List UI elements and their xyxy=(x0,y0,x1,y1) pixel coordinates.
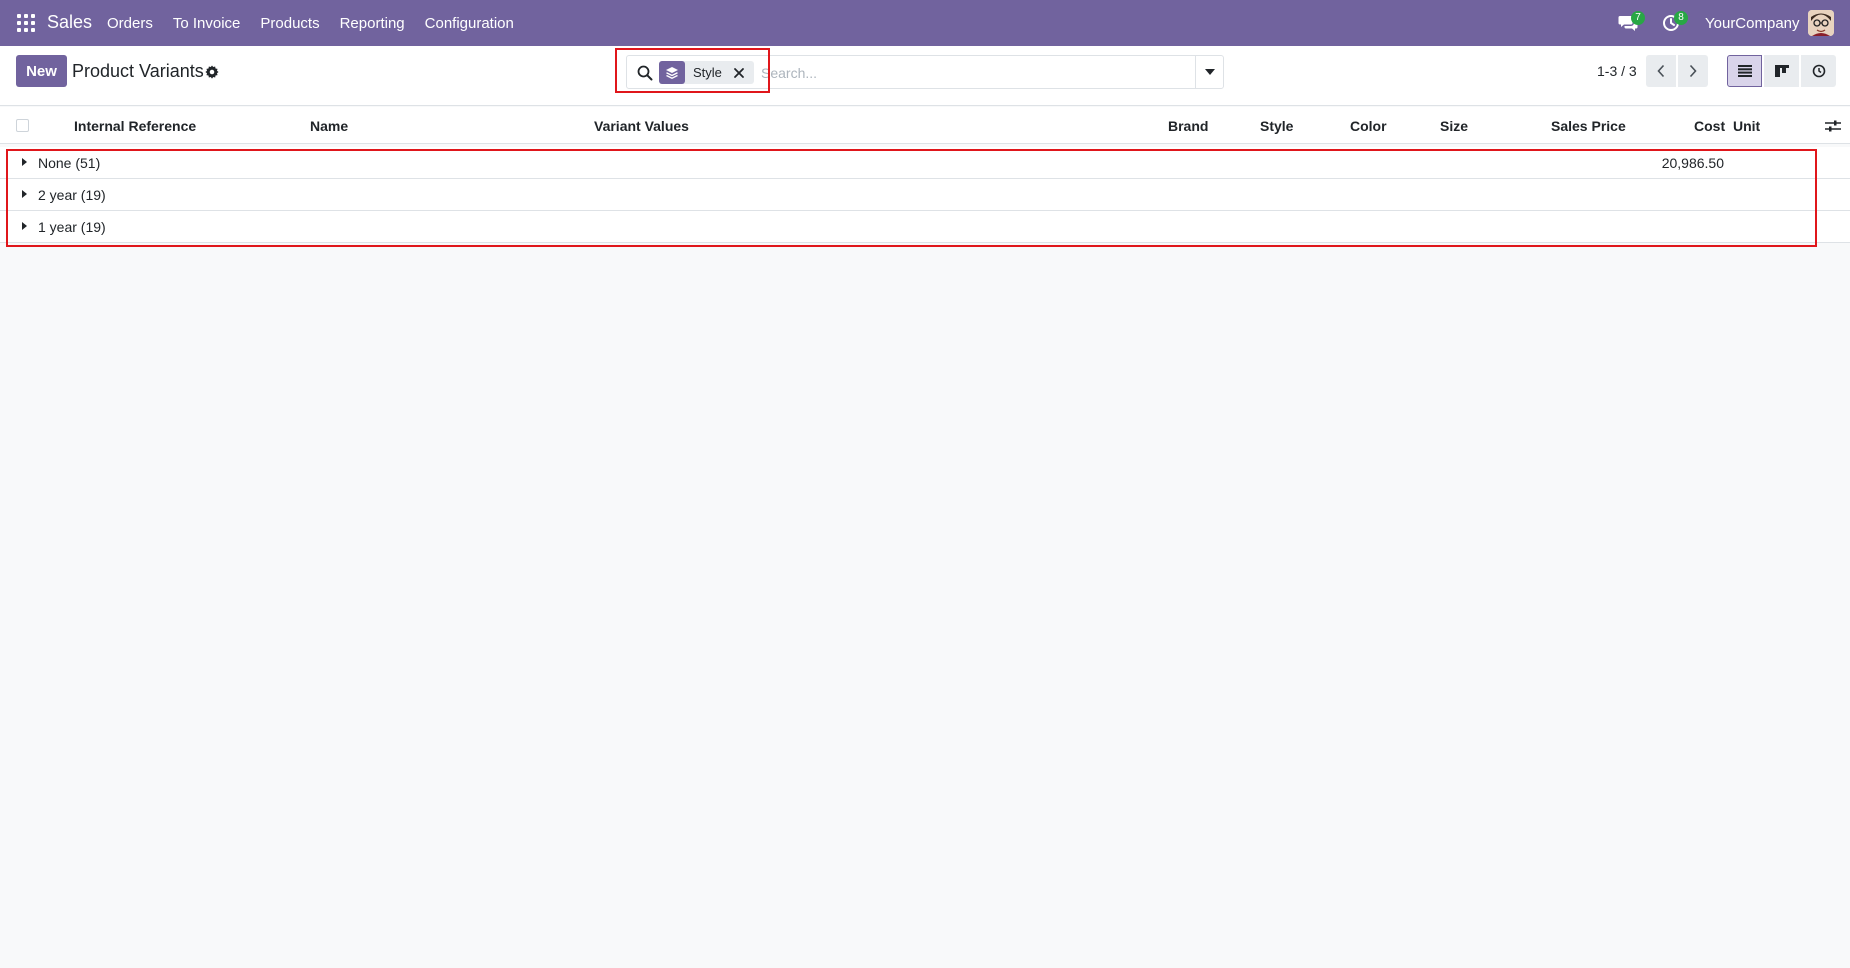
app-name[interactable]: Sales xyxy=(47,12,92,33)
group-row-2-year[interactable]: 2 year (19) xyxy=(0,179,1850,211)
list-view-icon xyxy=(1737,65,1752,77)
apps-grid-icon[interactable] xyxy=(17,14,35,32)
search-input[interactable] xyxy=(761,62,1181,84)
kanban-view-icon xyxy=(1774,65,1789,77)
close-icon[interactable] xyxy=(732,66,746,80)
chevron-left-icon xyxy=(1657,64,1665,78)
group-label: 2 year (19) xyxy=(38,187,106,203)
caret-right-icon xyxy=(22,222,27,230)
group-row-1-year[interactable]: 1 year (19) xyxy=(0,211,1850,243)
pager-previous-button[interactable] xyxy=(1646,55,1676,87)
column-variant-values[interactable]: Variant Values xyxy=(594,118,689,134)
column-size[interactable]: Size xyxy=(1440,118,1468,134)
column-name[interactable]: Name xyxy=(310,118,348,134)
column-brand[interactable]: Brand xyxy=(1168,118,1208,134)
pager-value[interactable]: 1-3 / 3 xyxy=(1597,63,1637,79)
column-unit[interactable]: Unit xyxy=(1733,118,1760,134)
column-style[interactable]: Style xyxy=(1260,118,1293,134)
column-cost[interactable]: Cost xyxy=(1694,118,1725,134)
search-options-toggle[interactable] xyxy=(1195,56,1223,88)
search-facet-groupby-style: Style xyxy=(659,61,754,84)
company-switcher[interactable]: YourCompany xyxy=(1705,15,1800,32)
chevron-right-icon xyxy=(1689,64,1697,78)
pager-next-button[interactable] xyxy=(1678,55,1708,87)
group-row-none[interactable]: None (51) 20,986.50 xyxy=(0,147,1850,179)
column-color[interactable]: Color xyxy=(1350,118,1387,134)
activity-view-icon xyxy=(1812,64,1825,78)
gear-icon[interactable] xyxy=(205,65,219,79)
group-label: None (51) xyxy=(38,155,101,171)
nav-menu: Orders To Invoice Products Reporting Con… xyxy=(107,15,534,32)
nav-item-reporting[interactable]: Reporting xyxy=(340,15,405,32)
group-label: 1 year (19) xyxy=(38,219,106,235)
nav-item-products[interactable]: Products xyxy=(260,15,319,32)
nav-item-configuration[interactable]: Configuration xyxy=(425,15,514,32)
caret-right-icon xyxy=(22,190,27,198)
caret-right-icon xyxy=(22,158,27,166)
messages-badge: 7 xyxy=(1631,11,1645,25)
sliders-icon[interactable] xyxy=(1825,119,1841,133)
user-avatar[interactable] xyxy=(1808,10,1834,36)
layers-icon xyxy=(659,61,685,84)
list-header: Internal Reference Name Variant Values B… xyxy=(0,107,1850,144)
group-cost-total: 20,986.50 xyxy=(1661,155,1724,171)
page-title[interactable]: Product Variants xyxy=(72,61,204,82)
nav-item-orders[interactable]: Orders xyxy=(107,15,153,32)
activities-badge: 8 xyxy=(1674,11,1688,25)
search-icon[interactable] xyxy=(637,65,653,81)
activity-view-button[interactable] xyxy=(1801,55,1836,87)
nav-item-to-invoice[interactable]: To Invoice xyxy=(173,15,241,32)
kanban-view-button[interactable] xyxy=(1764,55,1799,87)
select-all-checkbox[interactable] xyxy=(16,119,29,132)
facet-label: Style xyxy=(693,65,722,80)
column-internal-reference[interactable]: Internal Reference xyxy=(74,118,196,134)
list-view-button[interactable] xyxy=(1727,55,1762,87)
caret-down-icon xyxy=(1204,69,1215,75)
control-panel: New Product Variants Style Search... 1-3… xyxy=(0,46,1850,106)
search-bar: Style xyxy=(626,55,1224,89)
new-button[interactable]: New xyxy=(16,55,67,87)
column-sales-price[interactable]: Sales Price xyxy=(1551,118,1626,134)
main-navbar: Sales Orders To Invoice Products Reporti… xyxy=(0,0,1850,46)
